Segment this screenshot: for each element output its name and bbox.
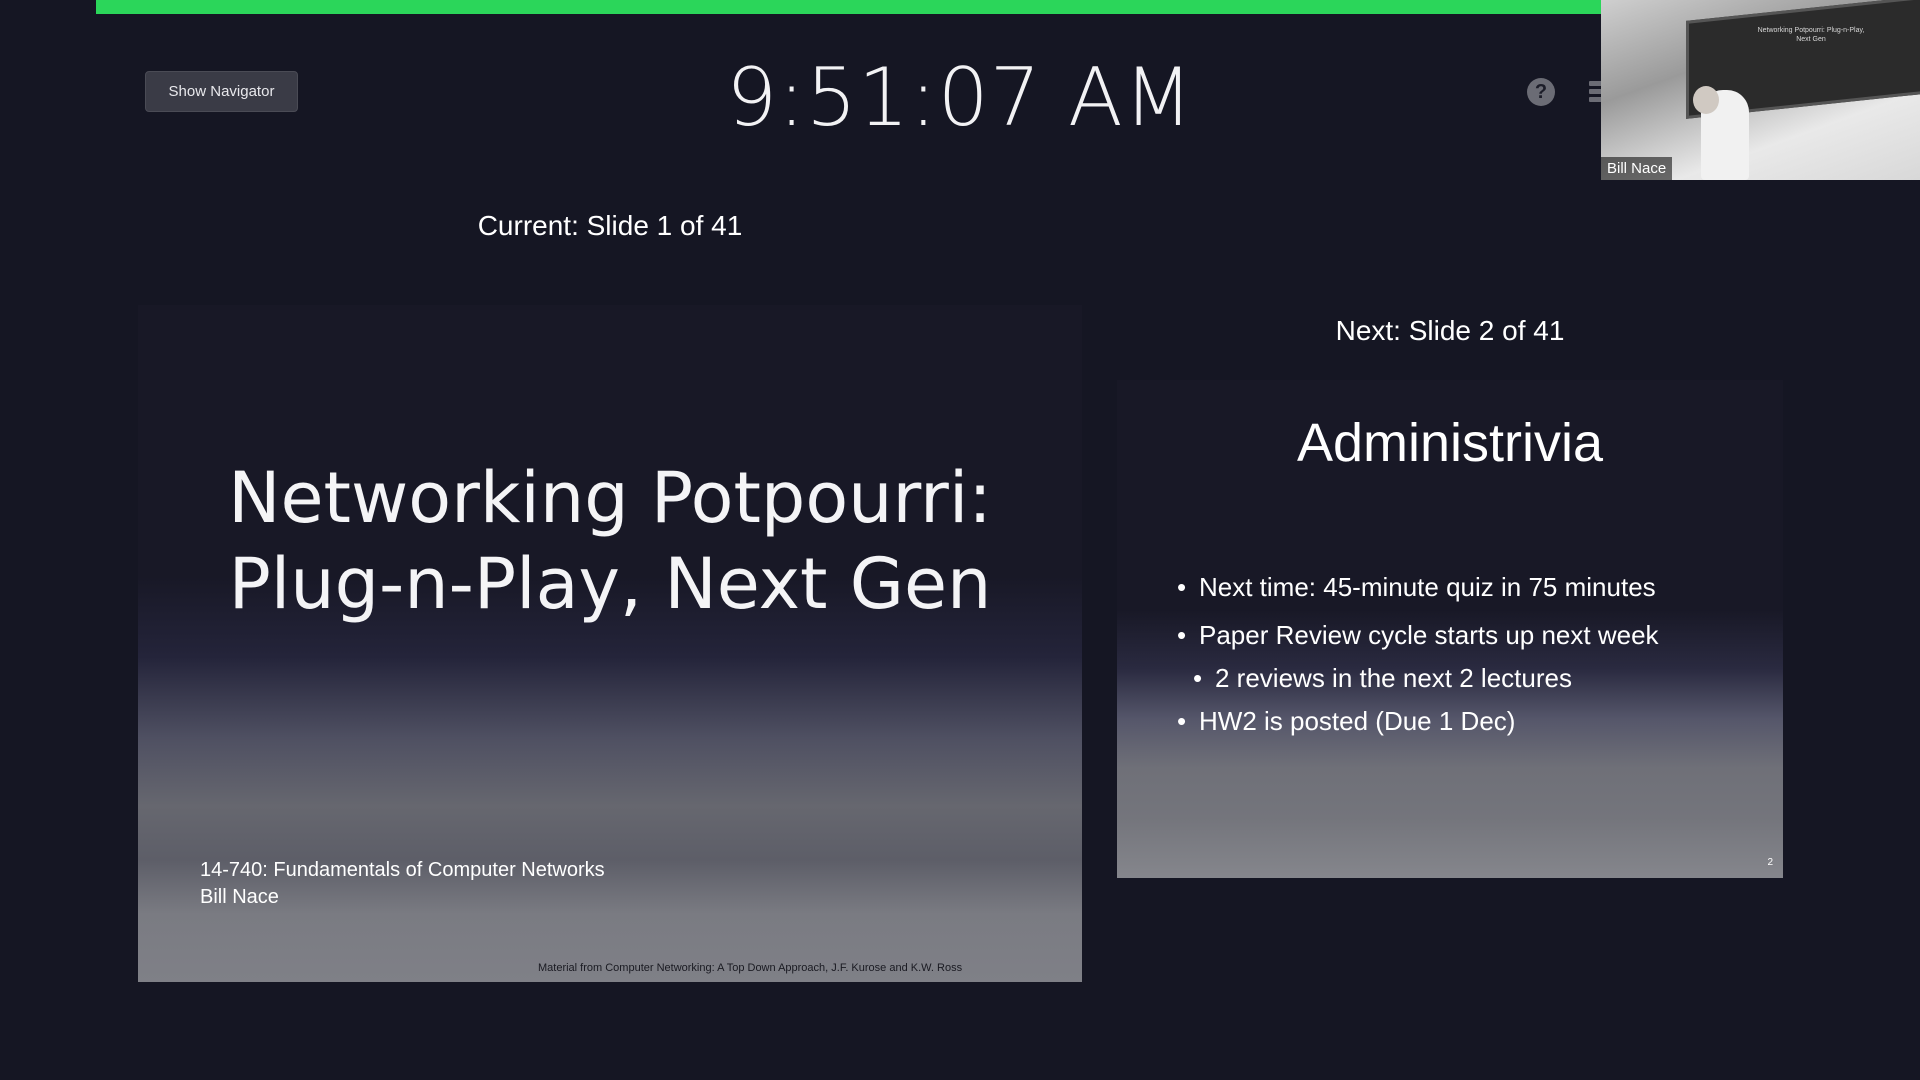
participant-name-tag: Bill Nace [1601, 157, 1673, 180]
current-slide-label: Current: Slide 1 of 41 [477, 210, 743, 241]
question-circle-icon[interactable]: ? [1527, 78, 1555, 106]
screen-share-indicator-bar [96, 0, 1601, 14]
next-slide-heading: Administrivia [1296, 413, 1604, 473]
participant-video-thumbnail[interactable]: Networking Potpourri: Plug-n-Play, Next … [1601, 0, 1920, 180]
current-slide-title-line1: Networking Potpourri: [228, 457, 992, 539]
video-screen-text: Networking Potpourri: Plug-n-Play, Next … [1757, 27, 1865, 43]
author-name: Bill Nace [200, 886, 279, 908]
bullet-item: Next time: 45-minute quiz in 75 minutes [1177, 563, 1659, 611]
next-slide-bullets: Next time: 45-minute quiz in 75 minutes … [1177, 563, 1659, 745]
current-slide-title-line2: Plug-n-Play, Next Gen [228, 543, 992, 625]
bullet-item: HW2 is posted (Due 1 Dec) [1177, 697, 1659, 745]
next-slide-label: Next: Slide 2 of 41 [1335, 315, 1565, 346]
current-slide-course: 14-740: Fundamentals of Computer Network… [200, 857, 605, 911]
slide-page-number: 2 [1767, 857, 1773, 868]
presenter-clock: 9:51:07 AM [726, 51, 1194, 144]
video-presenter-head [1693, 86, 1719, 114]
next-slide-preview: Administrivia Next time: 45-minute quiz … [1117, 380, 1783, 878]
bullet-item: Paper Review cycle starts up next week [1177, 611, 1659, 659]
current-slide-title: Networking Potpourri: Plug-n-Play, Next … [138, 455, 1082, 627]
course-name: 14-740: Fundamentals of Computer Network… [200, 859, 605, 881]
sub-bullet-item: 2 reviews in the next 2 lectures [1193, 659, 1659, 697]
slide-credit: Material from Computer Networking: A Top… [538, 962, 963, 974]
current-slide-preview: Networking Potpourri: Plug-n-Play, Next … [138, 305, 1082, 982]
show-navigator-button[interactable]: Show Navigator [145, 71, 298, 112]
